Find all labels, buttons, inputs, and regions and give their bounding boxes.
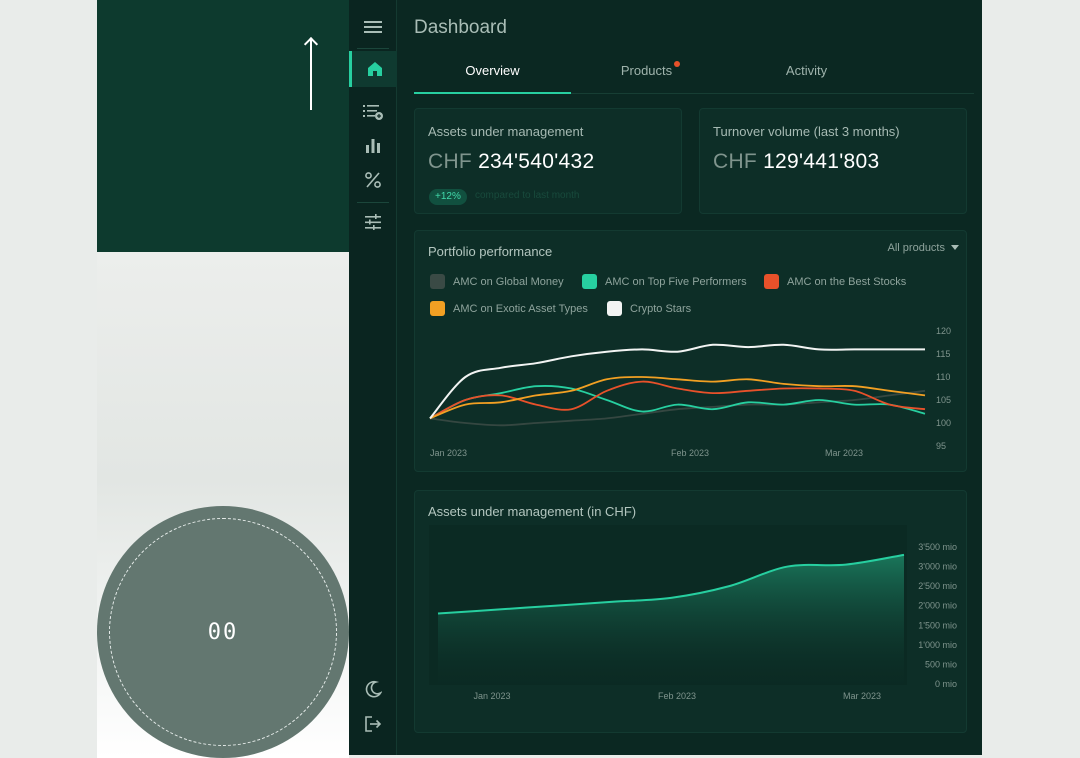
tab-products[interactable]: Products	[571, 52, 728, 94]
x-tick-label: Feb 2023	[671, 448, 709, 458]
kpi-card-aum: Assets under management CHF 234'540'432 +…	[414, 108, 682, 214]
y-tick-label: 95	[936, 441, 946, 451]
tab-label: Products	[620, 63, 673, 78]
kpi-value: CHF 129'441'803	[713, 150, 880, 174]
badge-text: 00	[207, 619, 239, 645]
kpi-currency: CHF	[713, 150, 758, 173]
tab-label: Activity	[785, 63, 828, 78]
x-tick-label: Jan 2023	[473, 691, 510, 701]
y-tick-label: 500 mio	[925, 659, 957, 669]
kpi-currency: CHF	[428, 150, 473, 173]
kpi-label: Assets under management	[428, 124, 584, 139]
y-tick-label: 3'000 mio	[918, 562, 957, 572]
icon-rail	[349, 0, 397, 755]
y-tick-label: 120	[936, 326, 951, 336]
promo-badge: 00	[97, 506, 349, 758]
tab-label: Overview	[465, 63, 520, 78]
nav-rates[interactable]	[349, 162, 397, 198]
kpi-value: CHF 234'540'432	[428, 150, 595, 174]
aum-area-chart: 0 mio 500 mio 1'000 mio 1'500 mio 2'000 mio 2…	[429, 525, 957, 701]
sliders-icon	[365, 214, 381, 230]
rail-divider	[357, 48, 389, 49]
nav-analytics[interactable]	[349, 127, 397, 163]
tab-activity[interactable]: Activity	[728, 52, 885, 94]
change-badge: +12%	[429, 189, 467, 205]
home-icon	[367, 62, 382, 76]
kpi-label: Turnover volume (last 3 months)	[713, 124, 900, 139]
y-tick-label: 1'000 mio	[918, 640, 957, 650]
kpi-amount: 234'540'432	[478, 150, 595, 173]
dark-mode-toggle[interactable]	[349, 671, 397, 707]
main-content: Dashboard Overview Products Activity Ass…	[397, 0, 982, 755]
y-tick-label: 1'500 mio	[918, 620, 957, 630]
y-tick-label: 100	[936, 418, 951, 428]
up-arrow-icon	[310, 38, 312, 110]
promo-panel: 00	[97, 0, 349, 758]
percent-icon	[365, 172, 381, 188]
y-tick-label: 110	[936, 372, 950, 382]
promo-dark-block	[97, 0, 349, 252]
nav-products-list[interactable]	[349, 93, 397, 129]
series-line	[429, 343, 925, 420]
x-tick-label: Mar 2023	[825, 448, 863, 458]
page-title: Dashboard	[414, 17, 507, 38]
kpi-amount: 129'441'803	[763, 150, 880, 173]
menu-icon	[364, 21, 382, 33]
x-tick-label: Jan 2023	[430, 448, 467, 458]
aum-chart-card: Assets under management (in CHF) 0 mio 50…	[414, 490, 967, 733]
dashboard-app: Dashboard Overview Products Activity Ass…	[349, 0, 982, 755]
nav-home[interactable]	[349, 51, 397, 87]
nav-settings[interactable]	[349, 204, 397, 240]
menu-button[interactable]	[349, 9, 397, 45]
logout-button[interactable]	[349, 706, 397, 742]
moon-icon	[365, 680, 382, 698]
y-tick-label: 105	[936, 395, 951, 405]
y-tick-label: 115	[936, 349, 950, 359]
change-note: compared to last month	[475, 190, 580, 201]
y-tick-label: 3'500 mio	[918, 542, 957, 552]
rail-divider	[357, 202, 389, 203]
y-tick-label: 2'000 mio	[918, 601, 957, 611]
series-line	[429, 376, 926, 420]
x-tick-label: Mar 2023	[843, 691, 881, 701]
list-add-icon	[363, 105, 383, 120]
kpi-card-turnover: Turnover volume (last 3 months) CHF 129'4…	[699, 108, 967, 214]
x-tick-label: Feb 2023	[658, 691, 696, 701]
tab-bar: Overview Products Activity	[414, 52, 974, 94]
y-tick-label: 2'500 mio	[918, 581, 957, 591]
tab-overview[interactable]: Overview	[414, 52, 571, 94]
y-tick-label: 0 mio	[935, 679, 957, 689]
portfolio-performance-card: Portfolio performance All products AMC o…	[414, 230, 967, 472]
notification-dot	[674, 61, 681, 67]
bar-chart-icon	[366, 139, 380, 153]
portfolio-line-chart: 95 100 105 110 115 120 Jan 2023 Feb 2023 Mar 202…	[429, 326, 951, 458]
logout-icon	[365, 716, 382, 732]
